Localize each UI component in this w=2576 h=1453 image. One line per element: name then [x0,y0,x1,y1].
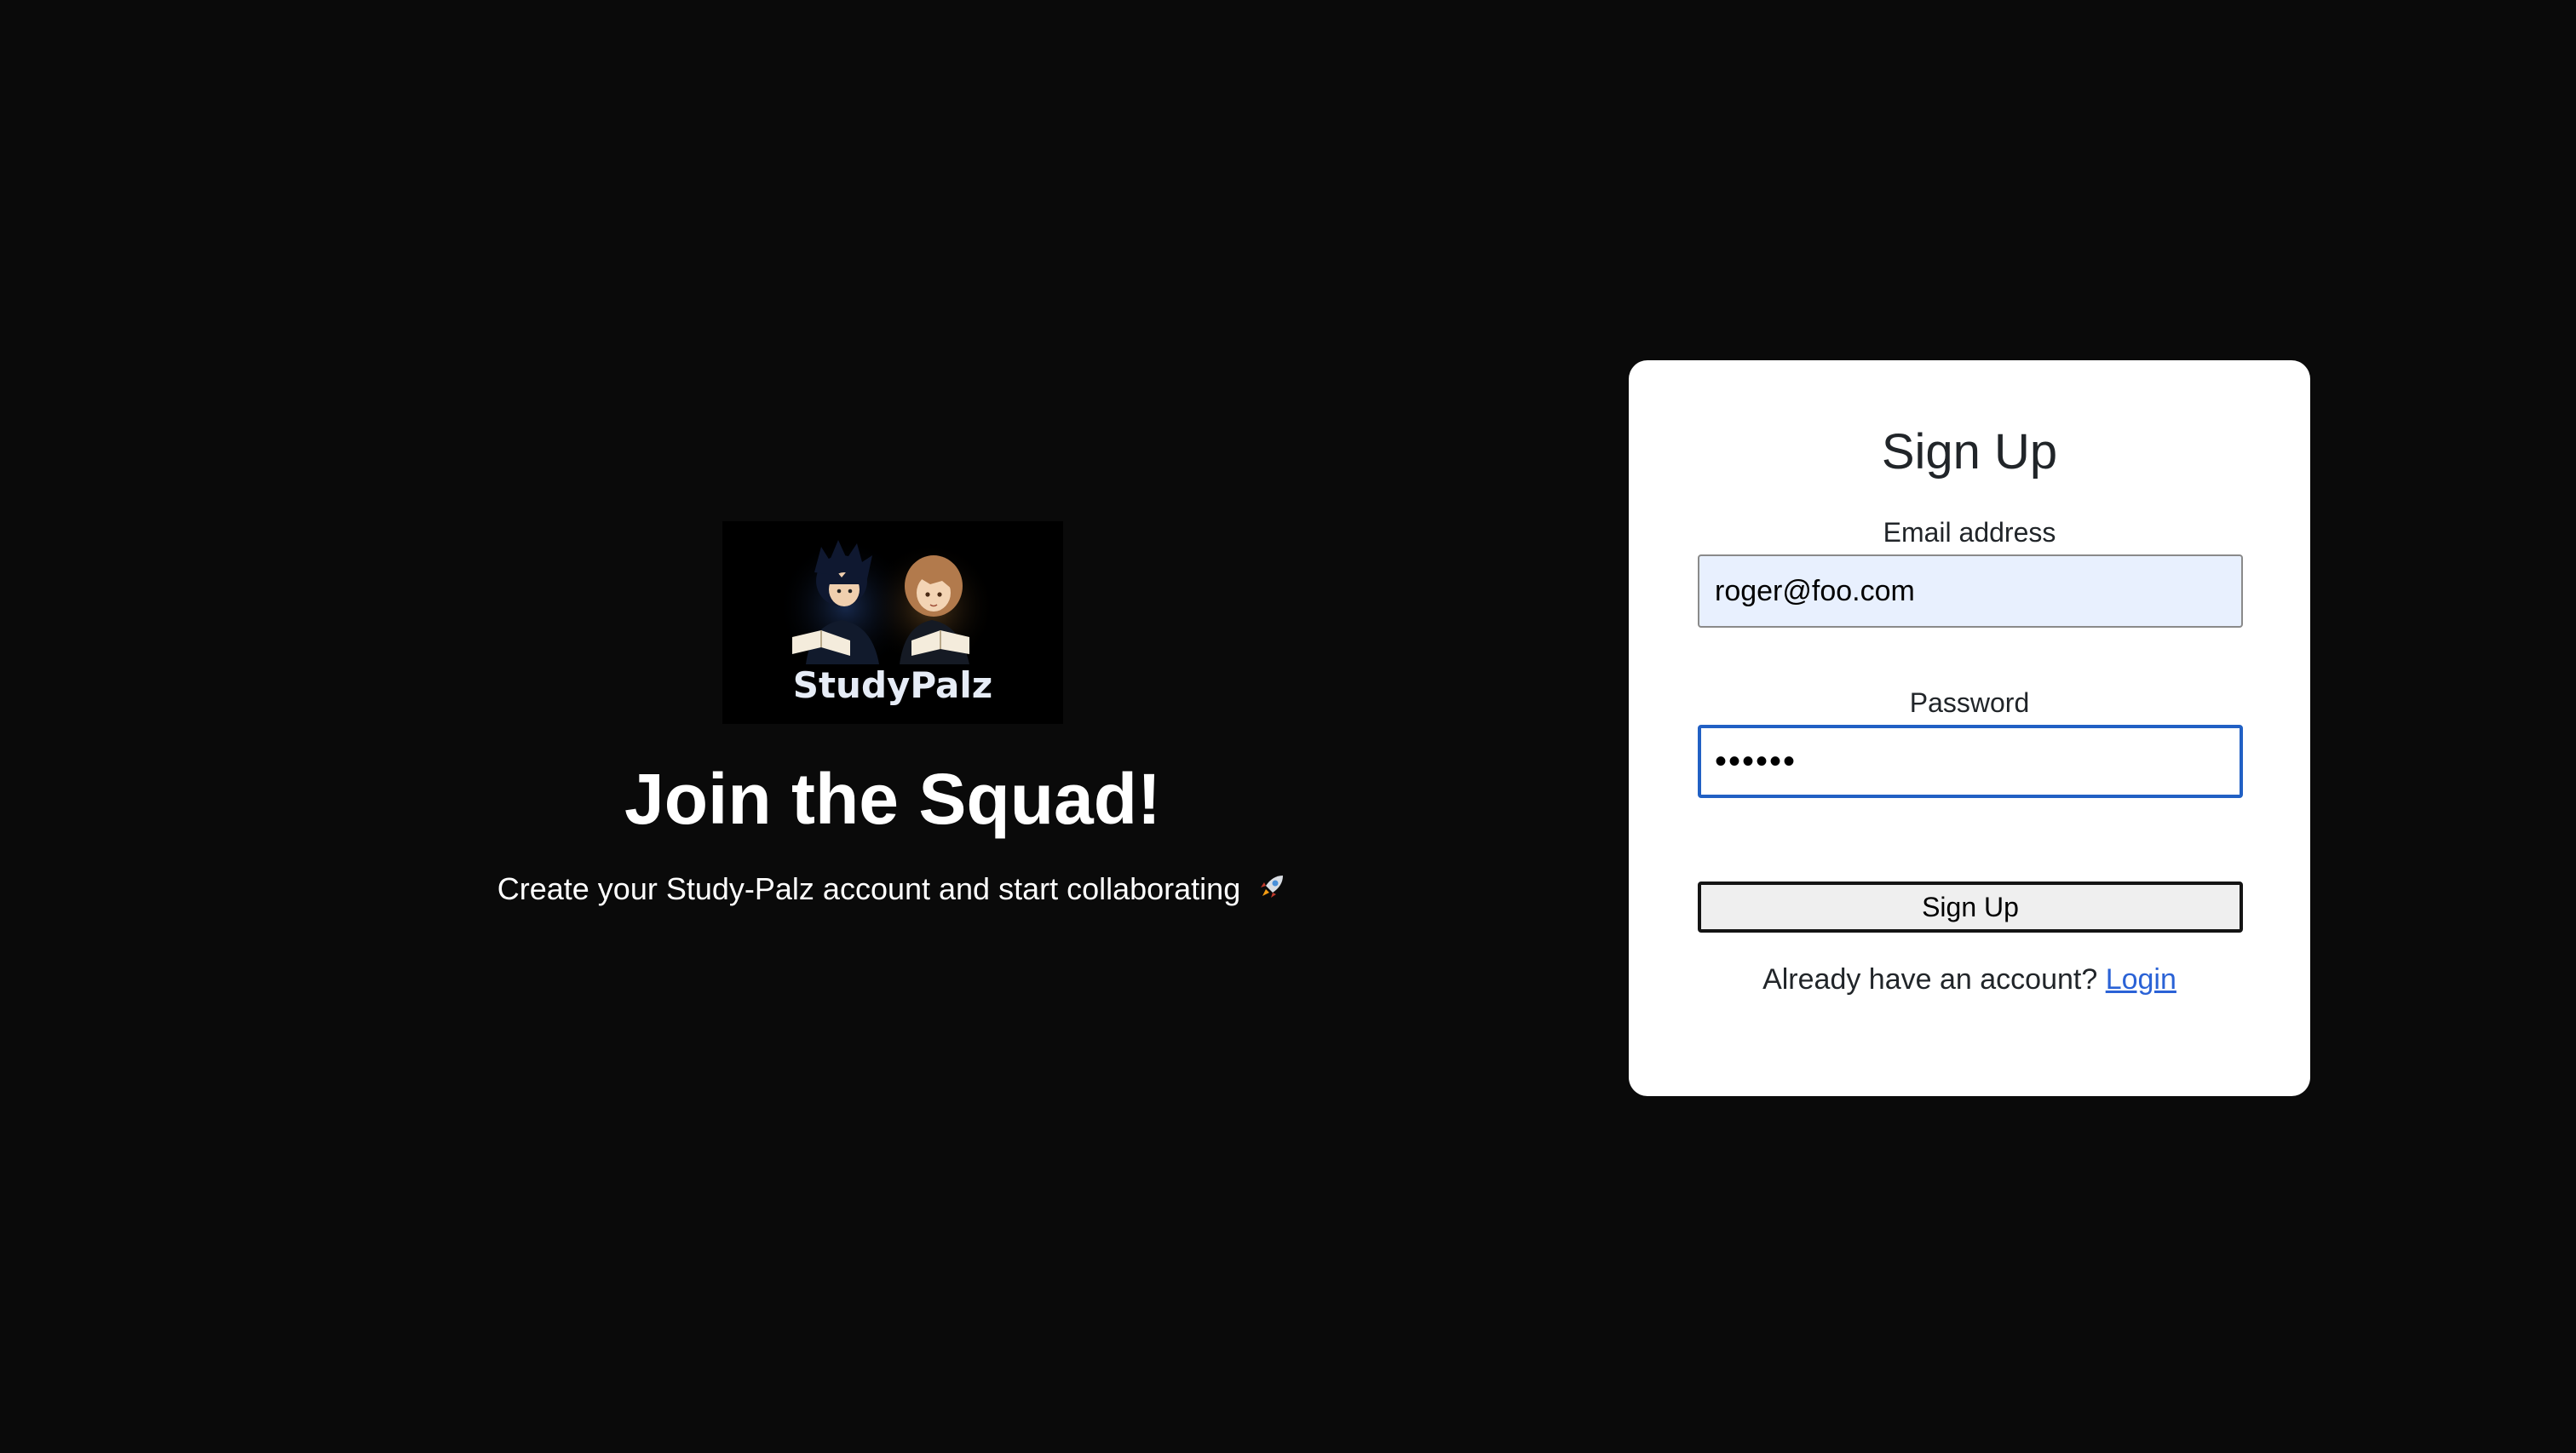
login-link[interactable]: Login [2106,963,2176,996]
password-label: Password [1909,687,2030,718]
hero-subtitle-row: Create your Study-Palz account and start… [358,870,1428,908]
signup-page: StudyPalz Join the Squad! Create your St… [0,0,2576,1453]
signup-card: Sign Up Email address Password Sign Up A… [1629,360,2310,1096]
email-input[interactable] [1698,554,2243,628]
studypalz-logo: StudyPalz [722,521,1063,724]
hero-subtitle: Create your Study-Palz account and start… [497,871,1241,906]
login-prompt-row: Already have an account? Login [1629,962,2310,997]
signup-button[interactable]: Sign Up [1698,882,2243,933]
login-prompt: Already have an account? [1762,963,2098,996]
password-input[interactable] [1698,725,2243,798]
logo-wordmark: StudyPalz [792,664,993,706]
hero-title: Join the Squad! [624,759,1161,839]
rocket-icon [1254,870,1288,905]
hero-section: StudyPalz Join the Squad! Create your St… [358,521,1428,908]
signup-title: Sign Up [1881,424,2058,480]
email-label: Email address [1883,517,2056,548]
